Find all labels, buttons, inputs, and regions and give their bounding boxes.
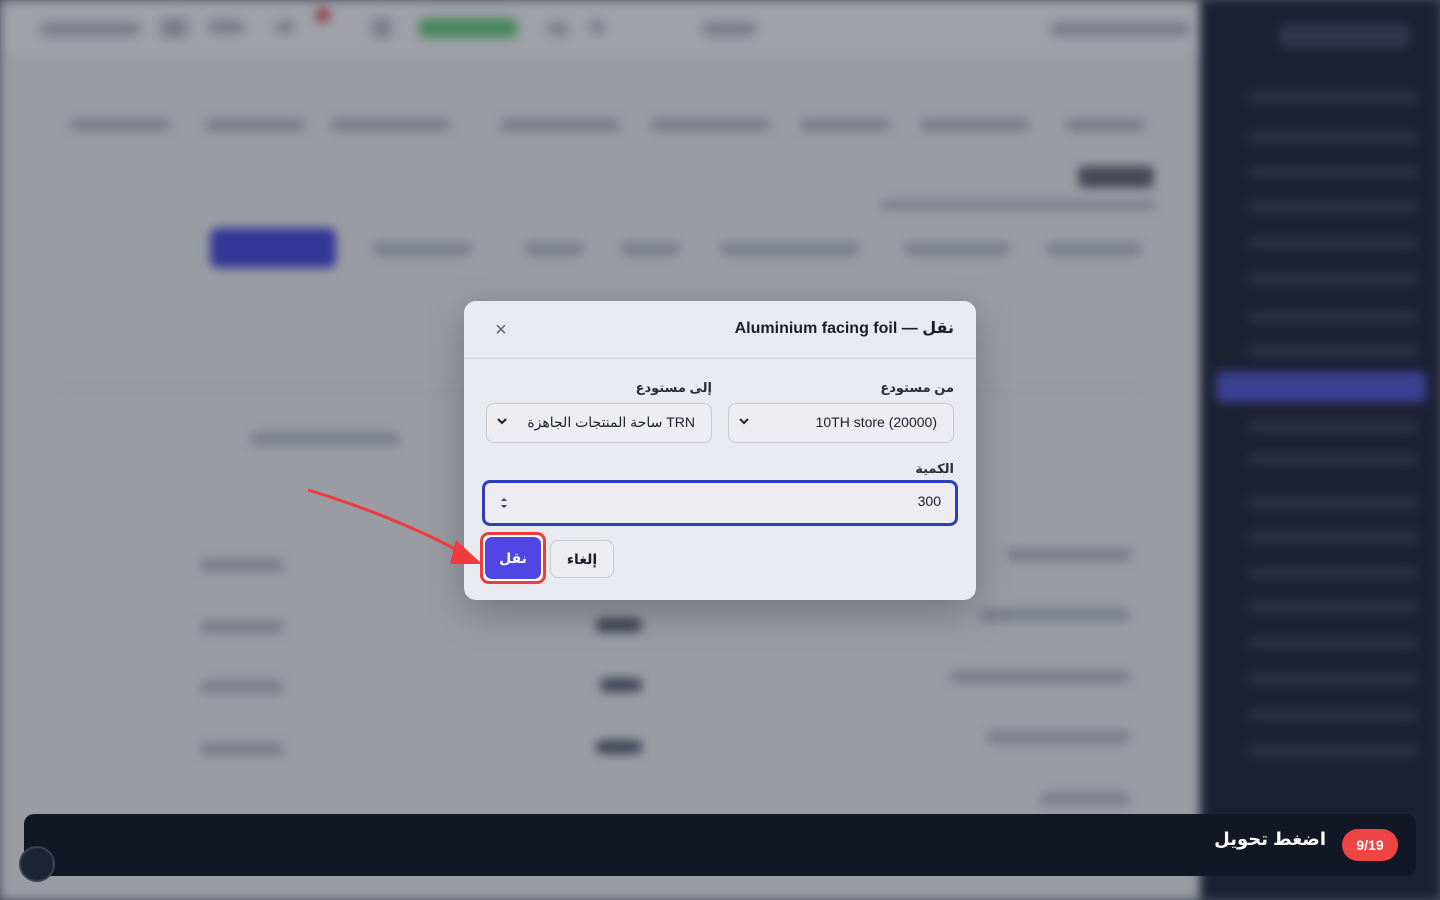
quantity-value: 300 (917, 493, 941, 509)
tour-arrow-icon (307, 488, 482, 564)
quantity-input[interactable]: 300 (482, 480, 958, 526)
tour-instruction: اضغط تحويل (1214, 829, 1326, 849)
tour-bar: 9/19 اضغط تحويل (24, 814, 1416, 876)
cancel-button[interactable]: إلغاء (550, 540, 614, 578)
close-icon[interactable]: × (490, 319, 512, 341)
chevron-down-icon (739, 418, 749, 425)
dialog-header: نقل — Aluminium facing foil × (464, 301, 976, 359)
to-warehouse-label: إلى مستودع (635, 380, 712, 395)
from-warehouse-label: من مستودع (880, 380, 954, 395)
tour-step-badge: 9/19 (1342, 829, 1398, 861)
from-warehouse-value: 10TH store (20000) (815, 414, 937, 430)
to-warehouse-select[interactable]: TRN ساحة المنتجات الجاهزة (486, 403, 712, 443)
transfer-submit-button[interactable]: نقل (485, 537, 541, 579)
chevron-down-icon (497, 418, 507, 425)
dialog-title: نقل — Aluminium facing foil (734, 320, 954, 337)
quantity-label: الكمية (915, 461, 954, 476)
from-warehouse-select[interactable]: 10TH store (20000) (728, 403, 954, 443)
transfer-dialog: نقل — Aluminium facing foil × من مستودع … (464, 301, 976, 600)
stepper-icon[interactable] (499, 495, 509, 511)
help-button[interactable] (19, 846, 55, 882)
to-warehouse-value: TRN ساحة المنتجات الجاهزة (527, 414, 695, 430)
